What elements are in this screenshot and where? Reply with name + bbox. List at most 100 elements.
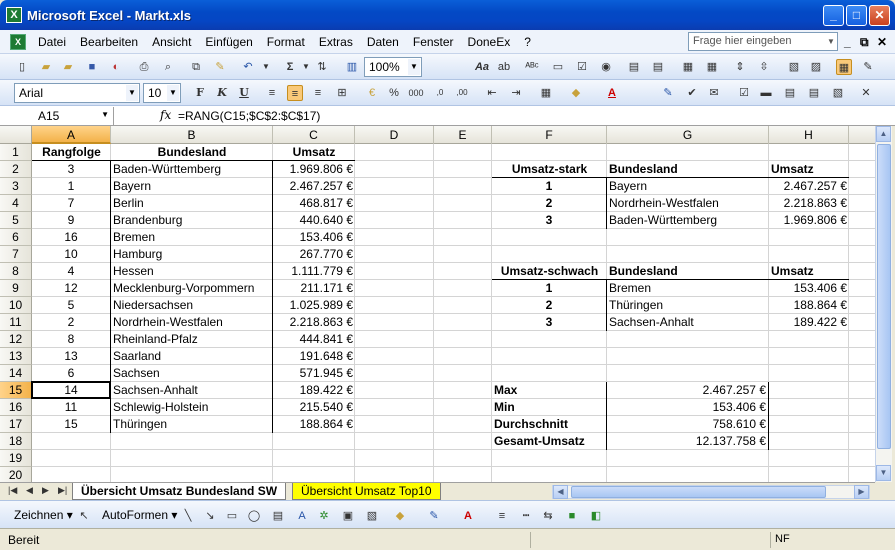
state-cell[interactable]: Bayern (111, 178, 273, 195)
column-header-e[interactable]: E (434, 126, 492, 144)
rectangle-icon[interactable]: ▭ (224, 508, 240, 524)
excel-app-icon[interactable]: X (6, 7, 22, 23)
state-cell[interactable]: Bremen (111, 229, 273, 246)
row-header-8[interactable]: 8 (0, 263, 32, 280)
merge-center-icon[interactable]: ⊞ (334, 85, 350, 101)
row-header-9[interactable]: 9 (0, 280, 32, 297)
rank-cell[interactable]: 12 (32, 280, 111, 297)
spelling-icon[interactable]: ᴬᴮᶜ (524, 59, 540, 75)
column-header-f[interactable]: F (492, 126, 607, 144)
rank-cell[interactable]: 7 (32, 195, 111, 212)
chart-wizard-icon[interactable]: ▥ (344, 59, 360, 75)
weak-rank-cell[interactable]: 3 (492, 314, 607, 331)
open-folder-icon[interactable]: ▰ (38, 59, 54, 75)
revenue-cell[interactable]: 188.864 € (273, 416, 355, 433)
doc-restore-button[interactable]: ⧉ (860, 35, 869, 50)
scroll-up-icon[interactable]: ▲ (876, 126, 891, 142)
state-cell[interactable]: Nordrhein-Westfalen (111, 314, 273, 331)
state-cell[interactable]: Saarland (111, 348, 273, 365)
textbox-icon[interactable]: ▤ (270, 508, 286, 524)
print-preview-icon[interactable]: ⌕ (160, 59, 176, 75)
chevron-down-icon[interactable]: ▼ (408, 59, 420, 75)
rank-cell[interactable]: 1 (32, 178, 111, 195)
column-header-d[interactable]: D (355, 126, 434, 144)
currency-icon[interactable]: € (364, 85, 380, 101)
decrease-decimal-icon[interactable]: ,00 (454, 85, 470, 101)
chevron-down-icon[interactable]: ▼ (101, 110, 109, 119)
formula-input[interactable]: =RANG(C15;$C$2:$C$17) (178, 109, 320, 123)
checkbox-control-icon[interactable]: ☑ (574, 59, 590, 75)
cell-area[interactable]: Rangfolge Bundesland Umsatz 3 Baden-Württemb… (31, 144, 875, 482)
rank-cell[interactable]: 5 (32, 297, 111, 314)
clipart-icon[interactable]: ▣ (340, 508, 356, 524)
minimize-button[interactable]: _ (823, 5, 844, 26)
strong-rank-cell[interactable]: 2 (492, 195, 607, 212)
row-header-4[interactable]: 4 (0, 195, 32, 212)
line-color-icon[interactable]: ✎ (426, 508, 442, 524)
draw-border-icon[interactable]: ✎ (660, 85, 676, 101)
column-header-c[interactable]: C (273, 126, 355, 144)
insert-picture-icon[interactable]: ▧ (364, 508, 380, 524)
strong-rank-cell[interactable]: 3 (492, 212, 607, 229)
rank-cell[interactable]: 4 (32, 263, 111, 280)
arrow-icon[interactable]: ↘ (202, 508, 218, 524)
header-bundesland-stark[interactable]: Bundesland (607, 161, 769, 178)
revenue-cell[interactable]: 2.218.863 € (273, 314, 355, 331)
line-tool-icon[interactable]: ▬ (758, 85, 774, 101)
column-header-b[interactable]: B (111, 126, 273, 144)
scrollbar-control-icon[interactable]: ⇕ (732, 59, 748, 75)
print-icon[interactable]: ⎙ (136, 59, 152, 75)
revenue-cell[interactable]: 211.171 € (273, 280, 355, 297)
chevron-down-icon[interactable]: ▼ (167, 85, 179, 101)
stat-value-cell[interactable]: 12.137.758 € (607, 433, 769, 450)
image-control-icon[interactable]: ▧ (786, 59, 802, 75)
undo-dropdown-icon[interactable]: ▼ (258, 59, 274, 75)
listbox-icon[interactable]: ▤ (626, 59, 642, 75)
strong-revenue-cell[interactable]: 2.467.257 € (769, 178, 849, 195)
revenue-cell[interactable]: 444.841 € (273, 331, 355, 348)
prev-sheet-icon[interactable]: ◀ (26, 485, 33, 496)
design-mode-icon[interactable]: ✎ (860, 59, 876, 75)
menu-item-4[interactable]: Format (267, 35, 305, 49)
format-painter-icon[interactable]: ✎ (212, 59, 228, 75)
align-right-icon[interactable]: ≡ (310, 85, 326, 101)
text-style-icon[interactable]: Aa (474, 59, 490, 75)
state-cell[interactable]: Rheinland-Pfalz (111, 331, 273, 348)
toggle-button-icon[interactable]: ▦ (680, 59, 696, 75)
italic-icon[interactable]: K (214, 85, 230, 101)
weak-revenue-cell[interactable]: 188.864 € (769, 297, 849, 314)
menu-item-5[interactable]: Extras (319, 35, 353, 49)
weak-revenue-cell[interactable]: 189.422 € (769, 314, 849, 331)
row-header-5[interactable]: 5 (0, 212, 32, 229)
revenue-cell[interactable]: 267.770 € (273, 246, 355, 263)
track-changes-icon[interactable]: ✔ (684, 85, 700, 101)
strong-revenue-cell[interactable]: 2.218.863 € (769, 195, 849, 212)
row-header-1[interactable]: 1 (0, 144, 32, 161)
stat-label-cell[interactable]: Gesamt-Umsatz (492, 433, 607, 450)
menu-item-6[interactable]: Daten (367, 35, 399, 49)
name-box[interactable]: A15 ▼ (4, 107, 114, 125)
select-objects-icon[interactable]: ↖ (76, 508, 92, 524)
strong-rank-cell[interactable]: 1 (492, 178, 607, 195)
state-cell[interactable]: Niedersachsen (111, 297, 273, 314)
combobox-icon[interactable]: ▤ (650, 59, 666, 75)
menu-item-0[interactable]: Datei (38, 35, 66, 49)
state-cell[interactable]: Berlin (111, 195, 273, 212)
rank-cell[interactable]: 8 (32, 331, 111, 348)
fill-color-draw-icon[interactable]: ◆ (392, 508, 408, 524)
stat-label-cell[interactable]: Max (492, 382, 607, 399)
scroll-left-icon[interactable]: ◀ (553, 485, 568, 499)
header-umsatz-schwach-value[interactable]: Umsatz (769, 263, 849, 280)
row-header-10[interactable]: 10 (0, 297, 32, 314)
menu-item-2[interactable]: Ansicht (152, 35, 191, 49)
menu-item-9[interactable]: ? (524, 35, 531, 49)
header-bundesland-schwach[interactable]: Bundesland (607, 263, 769, 280)
arrow-style-icon[interactable]: ⇆ (540, 508, 556, 524)
scroll-down-icon[interactable]: ▼ (876, 465, 891, 481)
review-icon[interactable]: ✉ (706, 85, 722, 101)
select-all-corner[interactable] (0, 126, 32, 144)
column-header-h[interactable]: H (769, 126, 849, 144)
revenue-cell[interactable]: 468.817 € (273, 195, 355, 212)
row-header-18[interactable]: 18 (0, 433, 32, 450)
list-tool-icon[interactable]: ▤ (806, 85, 822, 101)
